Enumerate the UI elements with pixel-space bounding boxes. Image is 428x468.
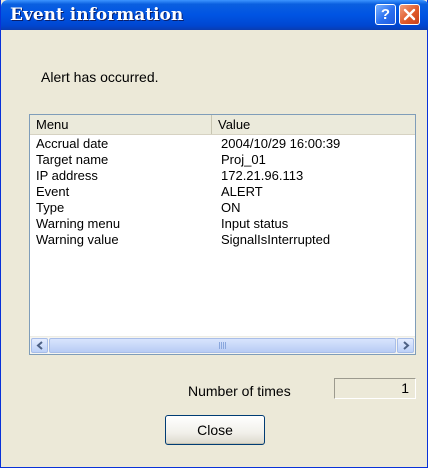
title-bar[interactable]: Event information ? (1, 0, 428, 30)
horizontal-scrollbar[interactable] (30, 336, 415, 354)
scroll-right-arrow-icon (402, 341, 410, 350)
event-details-list[interactable]: Menu Value Accrual date 2004/10/29 16:00… (29, 114, 416, 355)
row-menu: Event (36, 184, 70, 199)
list-row[interactable]: Target name Proj_01 (30, 152, 415, 168)
alert-message: Alert has occurred. (41, 69, 159, 85)
event-information-dialog: Event information ? Alert has occurred. … (0, 0, 428, 468)
row-value: SignalIsInterrupted (221, 232, 331, 247)
help-button[interactable]: ? (375, 4, 396, 25)
grip-icon (218, 342, 227, 349)
list-header: Menu Value (30, 115, 415, 135)
number-of-times-field: 1 (334, 378, 416, 399)
row-menu: Accrual date (36, 136, 109, 151)
row-menu: Target name (36, 152, 109, 167)
column-header-value[interactable]: Value (212, 115, 415, 134)
row-menu: Warning value (36, 232, 119, 247)
close-window-button[interactable] (399, 4, 420, 25)
list-row[interactable]: Warning value SignalIsInterrupted (30, 232, 415, 248)
row-value: ON (221, 200, 241, 215)
row-value: Proj_01 (221, 152, 266, 167)
list-row[interactable]: Accrual date 2004/10/29 16:00:39 (30, 136, 415, 152)
close-x-icon (403, 8, 416, 21)
row-value: ALERT (221, 184, 263, 199)
list-row[interactable]: Warning menu Input status (30, 216, 415, 232)
scroll-left-button[interactable] (31, 338, 48, 353)
row-menu: Type (36, 200, 65, 215)
list-row[interactable]: Event ALERT (30, 184, 415, 200)
question-mark-icon: ? (380, 6, 391, 23)
column-header-menu[interactable]: Menu (30, 115, 212, 134)
list-row[interactable]: Type ON (30, 200, 415, 216)
row-menu: IP address (36, 168, 98, 183)
scroll-right-button[interactable] (397, 338, 414, 353)
list-row[interactable]: IP address 172.21.96.113 (30, 168, 415, 184)
row-value: 172.21.96.113 (221, 168, 304, 183)
close-button[interactable]: Close (165, 415, 265, 445)
row-value: Input status (221, 216, 289, 231)
number-of-times-label: Number of times (188, 383, 291, 399)
window-title: Event information (10, 5, 184, 25)
scroll-left-arrow-icon (35, 341, 43, 350)
row-menu: Warning menu (36, 216, 121, 231)
scrollbar-thumb[interactable] (49, 338, 396, 353)
row-value: 2004/10/29 16:00:39 (221, 136, 341, 151)
list-rows: Accrual date 2004/10/29 16:00:39 Target … (30, 136, 415, 248)
